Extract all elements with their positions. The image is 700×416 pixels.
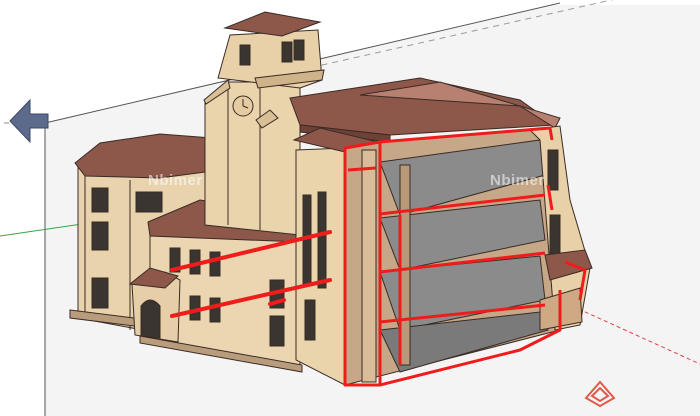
model-viewport[interactable]: Nbimer Nbimer <box>0 0 700 416</box>
watermark-text: Nbimer <box>490 172 545 189</box>
section-plane-arrow-icon[interactable] <box>9 98 49 144</box>
building-section-model[interactable] <box>0 0 700 416</box>
site-logo-icon <box>584 380 616 408</box>
watermark-text: Nbimer <box>148 172 203 189</box>
